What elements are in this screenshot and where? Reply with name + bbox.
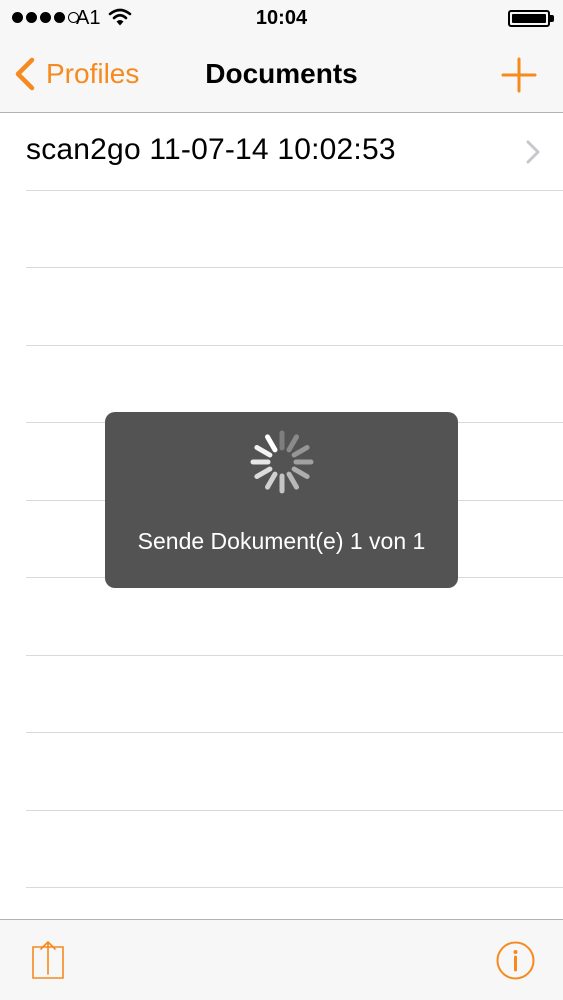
battery-icon <box>508 10 550 27</box>
status-time: 10:04 <box>255 7 308 29</box>
page-title: Documents <box>205 58 358 89</box>
status-bar: A1 10:04 <box>0 0 563 36</box>
hud-message: Sende Dokument(e) 1 von 1 <box>137 528 426 554</box>
empty-row <box>26 733 563 811</box>
plus-icon[interactable] <box>500 56 538 94</box>
activity-spinner-icon <box>250 430 314 494</box>
navigation-bar: Profiles Documents <box>0 36 563 113</box>
progress-hud: Sende Dokument(e) 1 von 1 <box>105 412 458 588</box>
document-row[interactable]: scan2go 11-07-14 10:02:53 <box>26 113 563 191</box>
battery-cap <box>550 15 554 22</box>
share-icon[interactable] <box>32 939 64 979</box>
bottom-toolbar <box>0 919 563 1000</box>
empty-row <box>26 811 563 888</box>
empty-row <box>26 578 563 656</box>
info-icon[interactable] <box>496 941 535 980</box>
empty-row <box>26 268 563 346</box>
chevron-right-icon <box>526 140 540 164</box>
document-name: scan2go 11-07-14 10:02:53 <box>26 133 396 166</box>
empty-row <box>26 656 563 733</box>
empty-row <box>26 191 563 268</box>
